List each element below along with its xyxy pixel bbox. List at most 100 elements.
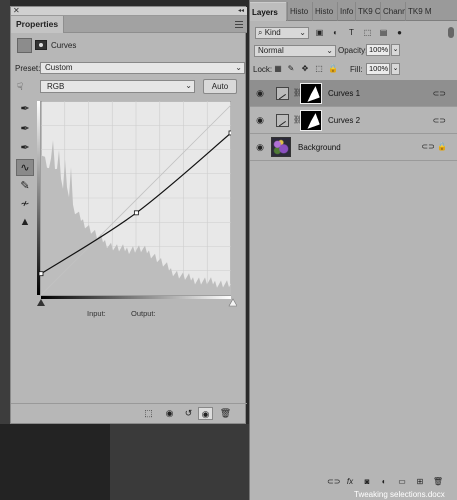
curve-control-point[interactable] — [38, 271, 44, 277]
link-icon: ⊂⊃ — [432, 116, 446, 125]
clip-to-layer-icon[interactable]: ⬚ — [141, 407, 156, 420]
tab-tk9-c[interactable]: TK9 C — [355, 2, 380, 21]
lock-transparency-icon[interactable]: ▦ — [273, 64, 283, 74]
adjustment-layer-icon[interactable]: ◐ — [378, 476, 390, 488]
fill-field[interactable]: 100% — [366, 63, 390, 75]
channel-select[interactable]: RGB ⌄ — [40, 80, 195, 93]
blend-mode-value: Normal — [258, 46, 284, 55]
shape-filter-icon[interactable]: ⬚ — [362, 27, 373, 38]
tab-channels[interactable]: Chann — [380, 2, 405, 21]
tab-info[interactable]: Info — [337, 2, 355, 21]
black-eyedropper-icon[interactable]: ✒ — [16, 101, 34, 118]
lock-label: Lock: — [253, 65, 273, 74]
view-previous-icon[interactable]: ◉ — [162, 407, 177, 420]
white-point-slider — [228, 298, 237, 307]
white-eyedropper-icon[interactable]: ✒ — [16, 140, 34, 157]
layer-name: Background — [298, 143, 341, 152]
background-thumbnail — [271, 137, 291, 157]
black-point-slider — [37, 299, 45, 306]
artboard-filter-icon[interactable]: ● — [394, 27, 405, 38]
properties-title: Curves — [51, 41, 77, 50]
smooth-icon[interactable]: ≁ — [16, 196, 34, 213]
smart-object-filter-icon[interactable]: ▤ — [378, 27, 389, 38]
link-lock-icon: ⊂⊃ 🔒 — [421, 142, 447, 151]
kind-filter-select[interactable]: ⌕ Kind ⌄ — [255, 27, 309, 39]
adjustment-filter-icon[interactable]: ◐ — [330, 27, 341, 38]
collapse-icon[interactable]: ◂◂ — [238, 7, 244, 16]
properties-tabbar: Properties — [11, 16, 247, 33]
curve-points-icon[interactable]: ∿ — [16, 159, 34, 176]
lock-position-icon[interactable]: ✥ — [300, 64, 310, 74]
opacity-label: Opacity: — [338, 46, 368, 55]
link-icon: ⊂⊃ — [432, 89, 446, 98]
preset-value: Custom — [45, 63, 73, 72]
curve-control-point[interactable] — [133, 210, 139, 216]
properties-panel: ✕ ◂◂ Properties Curves Preset: Custom ⌄ … — [10, 6, 247, 424]
pixel-filter-icon[interactable]: ▣ — [314, 27, 325, 38]
visibility-eye-icon[interactable]: ◉ — [198, 407, 213, 420]
layers-panel: Layers Histo Histo Info TK9 C Chann TK9 … — [249, 0, 457, 500]
eye-icon[interactable]: ◉ — [255, 142, 265, 152]
output-label: Output: — [131, 309, 156, 318]
blend-mode-select[interactable]: Normal ⌄ — [254, 45, 336, 57]
layer-name: Curves 1 — [328, 89, 361, 98]
curves-graph[interactable] — [37, 101, 231, 301]
eye-icon[interactable]: ◉ — [255, 115, 265, 125]
filter-row: ⌕ Kind ⌄ ▣ ◐ T ⬚ ▤ ● — [250, 24, 457, 42]
pencil-icon[interactable]: ✎ — [16, 178, 34, 195]
tab-properties[interactable]: Properties — [11, 16, 65, 33]
tab-tk9-m[interactable]: TK9 M — [405, 2, 436, 21]
new-layer-icon[interactable]: ⊞ — [414, 476, 426, 488]
trash-icon[interactable]: 🗑 — [218, 407, 233, 420]
tab-layers[interactable]: Layers — [250, 2, 286, 21]
eye-icon[interactable]: ◉ — [255, 88, 265, 98]
chevron-down-icon: ⌄ — [235, 63, 242, 72]
mask-icon[interactable] — [35, 40, 47, 50]
target-adjustment-icon[interactable]: ☟ — [17, 82, 31, 94]
layer-row-curves-2[interactable]: ◉ ⛓ Curves 2 ⊂⊃ — [250, 107, 457, 134]
channel-value: RGB — [47, 82, 65, 91]
tab-histogram[interactable]: Histo — [312, 2, 337, 21]
fill-label: Fill: — [350, 65, 363, 74]
kind-label: Kind — [264, 28, 281, 37]
lock-artboard-icon[interactable]: ⬚ — [314, 64, 324, 74]
layers-tabbar: Layers Histo Histo Info TK9 C Chann TK9 … — [250, 0, 457, 21]
curve-control-point[interactable] — [228, 130, 231, 136]
preset-label: Preset: — [15, 64, 41, 73]
caption-text: Tweaking selections.docx — [354, 490, 445, 499]
curves-layer-icon — [276, 114, 289, 127]
reset-icon[interactable]: ↺ — [181, 407, 196, 420]
gray-eyedropper-icon[interactable]: ✒ — [16, 121, 34, 138]
auto-button[interactable]: Auto — [203, 79, 237, 94]
lock-pixels-icon[interactable]: ✎ — [286, 64, 296, 74]
fx-icon[interactable]: fx — [344, 476, 356, 488]
opacity-field[interactable]: 100% — [366, 44, 390, 56]
trash-icon[interactable]: 🗑 — [432, 476, 444, 488]
opacity-chevron-icon[interactable]: ⌄ — [391, 44, 400, 56]
vertical-gradient-bar — [37, 101, 40, 295]
close-icon[interactable]: ✕ — [13, 6, 20, 15]
chevron-down-icon: ⌄ — [185, 81, 192, 90]
panel-menu-icon[interactable] — [235, 21, 243, 28]
canvas-strip — [110, 424, 249, 500]
filter-toggle[interactable] — [448, 27, 454, 38]
properties-footer: ⬚ ◉ ↺ ◉ 🗑 — [11, 403, 247, 423]
layer-row-background[interactable]: ◉ Background ⊂⊃ 🔒 — [250, 134, 457, 161]
folder-icon[interactable]: ▭ — [396, 476, 408, 488]
layer-mask-thumbnail[interactable] — [300, 110, 322, 131]
clipping-warning-icon[interactable]: ▲ — [16, 214, 34, 231]
slider-row — [37, 298, 237, 307]
preset-select[interactable]: Custom ⌄ — [40, 62, 245, 74]
add-mask-icon[interactable]: ◙ — [361, 476, 373, 488]
link-layers-icon[interactable]: ⊂⊃ — [327, 476, 340, 488]
search-icon: ⌕ — [258, 28, 263, 37]
curves-adjustment-icon[interactable] — [17, 38, 32, 53]
lock-all-icon[interactable]: 🔒 — [328, 64, 338, 74]
layer-row-curves-1[interactable]: ◉ ⛓ Curves 1 ⊂⊃ — [250, 80, 457, 107]
fill-chevron-icon[interactable]: ⌄ — [391, 63, 400, 75]
chevron-down-icon: ⌄ — [326, 46, 333, 55]
type-filter-icon[interactable]: T — [346, 27, 357, 38]
layer-mask-thumbnail[interactable] — [300, 83, 322, 104]
tab-history[interactable]: Histo — [287, 2, 312, 21]
curves-layer-icon — [276, 87, 289, 100]
